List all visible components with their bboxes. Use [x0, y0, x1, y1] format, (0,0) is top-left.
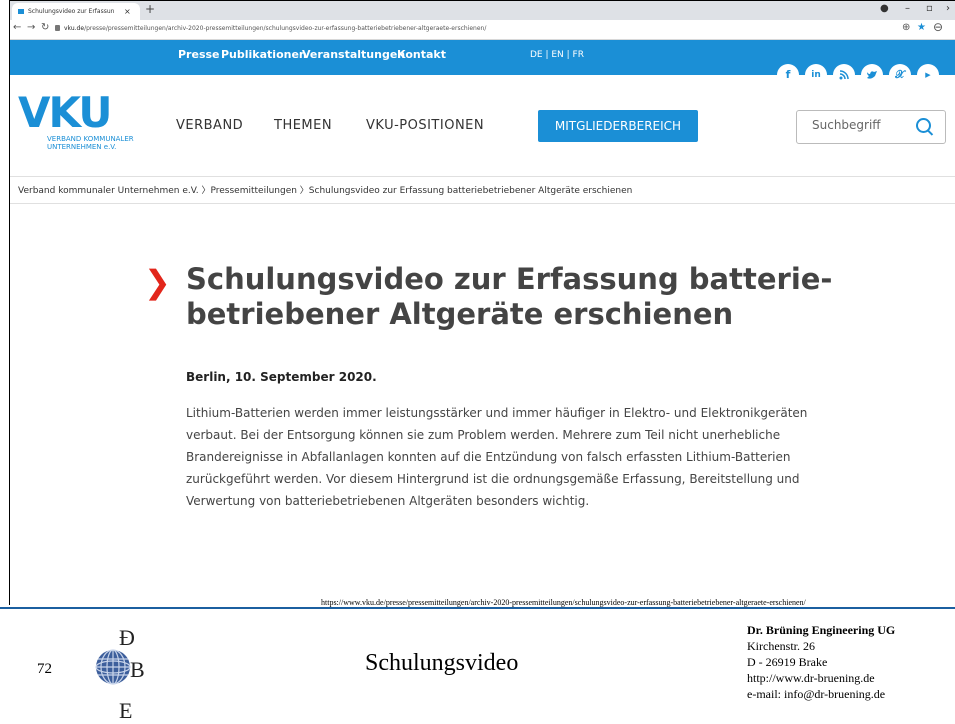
search-input[interactable]: Suchbegriff — [796, 110, 946, 144]
dbe-logo: Ð B E — [83, 623, 183, 723]
favicon-icon — [18, 9, 24, 14]
forward-icon[interactable]: → — [27, 22, 35, 33]
slide-frame-left — [9, 0, 10, 605]
article-headline: Schulungsvideo zur Erfassung batterie-be… — [186, 262, 833, 331]
close-window-icon[interactable]: › — [946, 3, 950, 14]
header-divider — [10, 176, 955, 177]
breadcrumb-divider — [10, 203, 955, 204]
bookmark-star-icon[interactable]: ★ — [917, 22, 926, 33]
back-icon[interactable]: ← — [13, 22, 21, 33]
youtube-icon[interactable]: ▶ — [917, 64, 939, 86]
reload-icon[interactable]: ↻ — [41, 22, 49, 33]
menu-themen[interactable]: THEMEN — [274, 118, 332, 133]
source-url: https://www.vku.de/presse/pressemitteilu… — [321, 598, 806, 607]
svg-text:Ð: Ð — [119, 625, 135, 650]
company-email: e-mail: info@dr-bruening.de — [747, 687, 886, 701]
facebook-icon[interactable]: f — [777, 64, 799, 86]
language-switcher[interactable]: DE | EN | FR — [530, 50, 584, 60]
topnav-presse[interactable]: Presse — [178, 48, 220, 61]
company-website: http://www.dr-bruening.de — [747, 671, 875, 685]
browser-tab[interactable]: Schulungsvideo zur Erfassung bat × — [12, 3, 140, 20]
svg-text:E: E — [119, 698, 132, 720]
topnav-veranstaltungen[interactable]: Veranstaltungen — [302, 48, 405, 61]
menu-verband[interactable]: VERBAND — [176, 118, 243, 133]
company-street: Kirchenstr. 26 — [747, 639, 815, 653]
linkedin-icon[interactable]: in — [805, 64, 827, 86]
zoom-icon[interactable]: ⊕ — [902, 22, 910, 33]
breadcrumb[interactable]: Verband kommunaler Unternehmen e.V. 〉Pre… — [18, 183, 632, 196]
menu-vku-positionen[interactable]: VKU-POSITIONEN — [366, 118, 484, 133]
member-area-button[interactable]: MITGLIEDERBEREICH — [538, 110, 698, 142]
topnav-publikationen[interactable]: Publikationen — [221, 48, 307, 61]
svg-text:B: B — [130, 657, 145, 682]
company-city: D - 26919 Brake — [747, 655, 828, 669]
account-icon[interactable]: ⊖ — [933, 20, 943, 34]
url-field[interactable]: vku.de/presse/pressemitteilungen/archiv-… — [64, 25, 486, 32]
article-dateline: Berlin, 10. September 2020. — [186, 370, 377, 384]
tab-close-icon[interactable]: × — [124, 3, 131, 20]
lock-icon — [55, 25, 60, 31]
search-icon[interactable] — [916, 118, 931, 133]
slide-title: Schulungsvideo — [365, 650, 519, 676]
search-placeholder: Suchbegriff — [812, 118, 881, 132]
vku-logo[interactable]: VKU — [18, 91, 112, 135]
profile-icon[interactable]: ● — [880, 3, 889, 14]
company-name: Dr. Brüning Engineering UG — [747, 623, 896, 637]
minimize-icon[interactable]: – — [905, 3, 910, 14]
footer-rule — [0, 607, 955, 609]
xing-icon[interactable]: 𝒳 — [889, 64, 911, 86]
twitter-icon[interactable] — [861, 64, 883, 86]
headline-chevron-icon: ❯ — [144, 263, 171, 301]
tab-title: Schulungsvideo zur Erfassung bat — [28, 8, 114, 15]
topnav-kontakt[interactable]: Kontakt — [397, 48, 446, 61]
page-number: 72 — [37, 661, 52, 677]
company-address: Dr. Brüning Engineering UG Kirchenstr. 2… — [747, 622, 895, 702]
article-body: Lithium-Batterien werden immer leistungs… — [186, 406, 808, 508]
maximize-icon[interactable]: ▫ — [926, 3, 933, 14]
vku-logo-subtitle: VERBAND KOMMUNALER UNTERNEHMEN e.V. — [47, 135, 134, 151]
new-tab-button[interactable]: + — [145, 2, 155, 16]
rss-icon[interactable] — [833, 64, 855, 86]
